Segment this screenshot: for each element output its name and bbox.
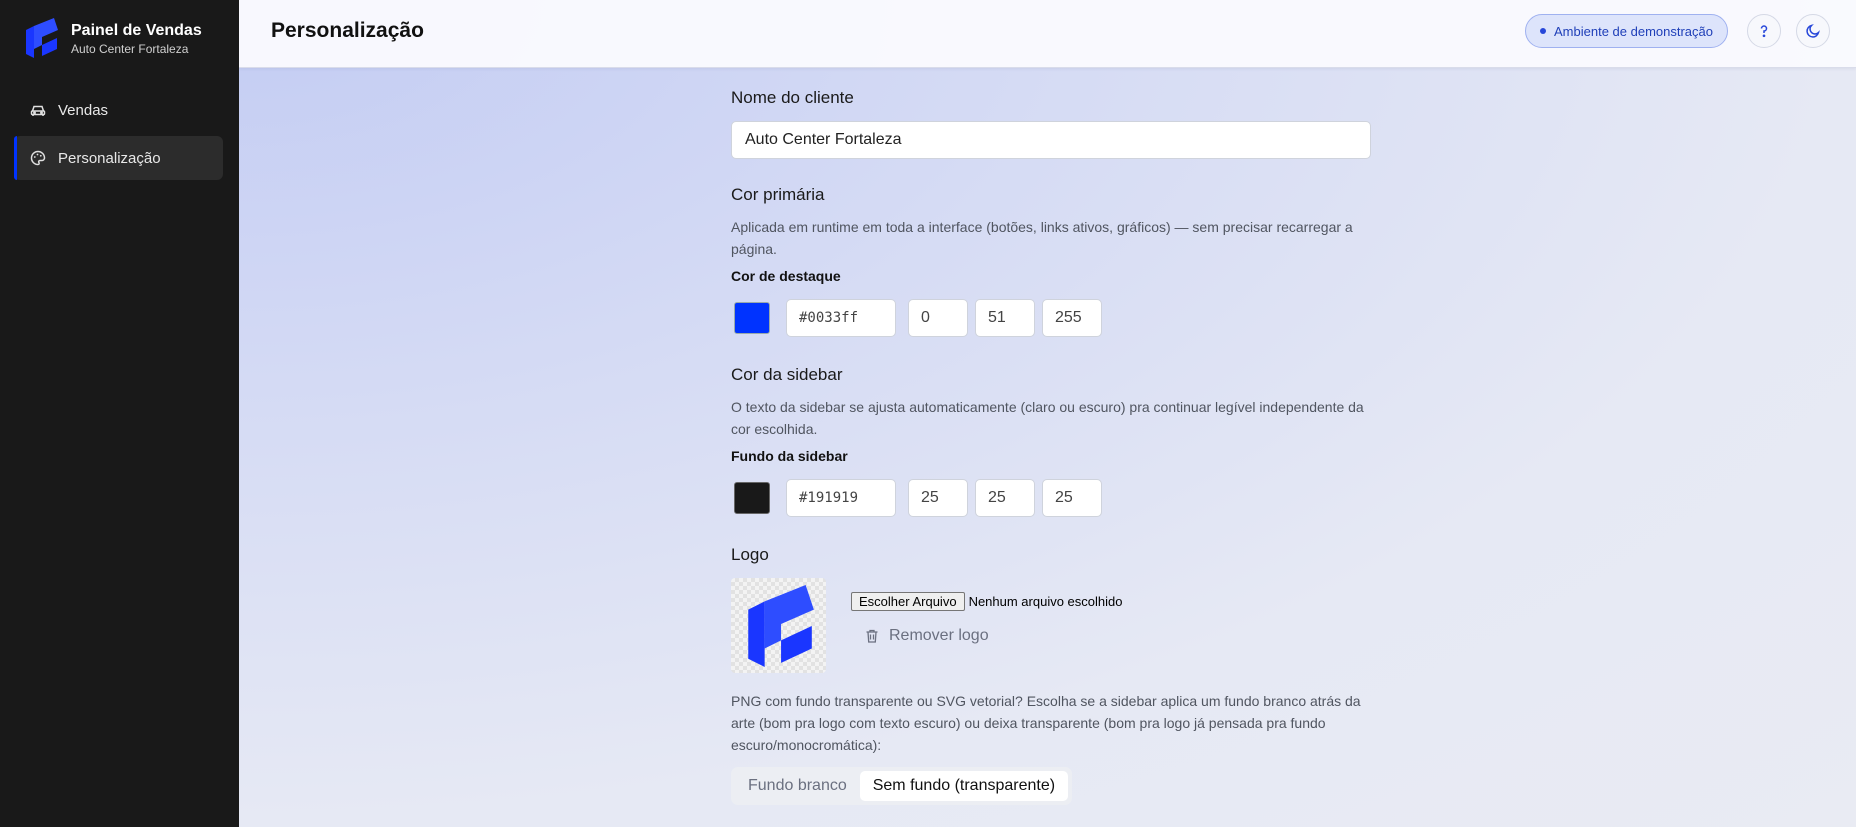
brand-logo-icon [26, 18, 58, 58]
accent-hex-input[interactable] [786, 299, 896, 337]
sidebar-color-swatch[interactable] [734, 482, 770, 514]
question-icon [1760, 25, 1768, 38]
accent-color-swatch[interactable] [734, 302, 770, 334]
sidebar-item-personalizacao[interactable]: Personalização [14, 136, 223, 180]
remove-logo-button[interactable]: Remover logo [864, 627, 1123, 645]
brand: Painel de Vendas Auto Center Fortaleza [24, 18, 202, 58]
file-picker: Escolher Arquivo Nenhum arquivo escolhid… [851, 592, 1123, 611]
accent-blue-input[interactable] [1042, 299, 1102, 337]
accent-color-row [731, 299, 1371, 337]
brand-subtitle: Auto Center Fortaleza [71, 42, 189, 56]
main-area: Personalização Ambiente de demonstração … [239, 0, 1856, 827]
primary-color-description: Aplicada em runtime em toda a interface … [731, 219, 1353, 257]
help-button[interactable] [1747, 14, 1781, 48]
car-icon [30, 105, 46, 116]
remove-logo-label: Remover logo [889, 627, 989, 644]
brand-title: Painel de Vendas [71, 22, 202, 39]
demo-badge-label: Ambiente de demonstração [1554, 23, 1713, 39]
logo-title: Logo [731, 545, 769, 564]
sidebar-item-label: Personalização [58, 149, 161, 167]
sidebar-item-vendas[interactable]: Vendas [14, 88, 223, 132]
sidebar-nav: Vendas Personalização [14, 88, 223, 184]
customization-form: Nome do cliente Cor primária Aplicada em… [731, 88, 1371, 805]
sidebar-color-row [731, 479, 1371, 517]
moon-icon [1806, 24, 1820, 38]
logo-preview [731, 578, 826, 673]
logo-controls: Escolher Arquivo Nenhum arquivo escolhid… [851, 578, 1123, 673]
sidebar-blue-input[interactable] [1042, 479, 1102, 517]
sidebar-color-description: O texto da sidebar se ajusta automaticam… [731, 399, 1364, 437]
accent-color-label: Cor de destaque [731, 268, 841, 284]
status-dot-icon [1540, 28, 1546, 34]
logo-background-description: PNG com fundo transparente ou SVG vetori… [731, 693, 1361, 753]
sidebar-item-label: Vendas [58, 101, 109, 119]
logo-image-icon [747, 584, 814, 667]
client-name-title: Nome do cliente [731, 88, 854, 107]
palette-icon [30, 150, 46, 166]
logo-background-toggle: Fundo branco Sem fundo (transparente) [731, 767, 1073, 805]
demo-environment-badge: Ambiente de demonstração [1525, 14, 1728, 48]
theme-toggle-button[interactable] [1796, 14, 1830, 48]
sidebar-color-title: Cor da sidebar [731, 365, 843, 384]
client-name-input[interactable] [731, 121, 1371, 159]
accent-red-input[interactable] [908, 299, 968, 337]
logo-upload-row: Escolher Arquivo Nenhum arquivo escolhid… [731, 578, 1371, 673]
sidebar-bg-label: Fundo da sidebar [731, 448, 848, 464]
accent-green-input[interactable] [975, 299, 1035, 337]
top-bar: Personalização Ambiente de demonstração [239, 0, 1856, 68]
sidebar: Painel de Vendas Auto Center Fortaleza V… [0, 0, 239, 827]
transparent-background-option[interactable]: Sem fundo (transparente) [859, 771, 1069, 801]
trash-icon [866, 629, 878, 643]
page-title: Personalização [271, 19, 424, 42]
sidebar-green-input[interactable] [975, 479, 1035, 517]
white-background-option[interactable]: Fundo branco [735, 771, 860, 801]
sidebar-red-input[interactable] [908, 479, 968, 517]
primary-color-title: Cor primária [731, 185, 825, 204]
sidebar-hex-input[interactable] [786, 479, 896, 517]
choose-file-button[interactable]: Escolher Arquivo [851, 592, 965, 611]
file-status: Nenhum arquivo escolhido [968, 594, 1123, 609]
